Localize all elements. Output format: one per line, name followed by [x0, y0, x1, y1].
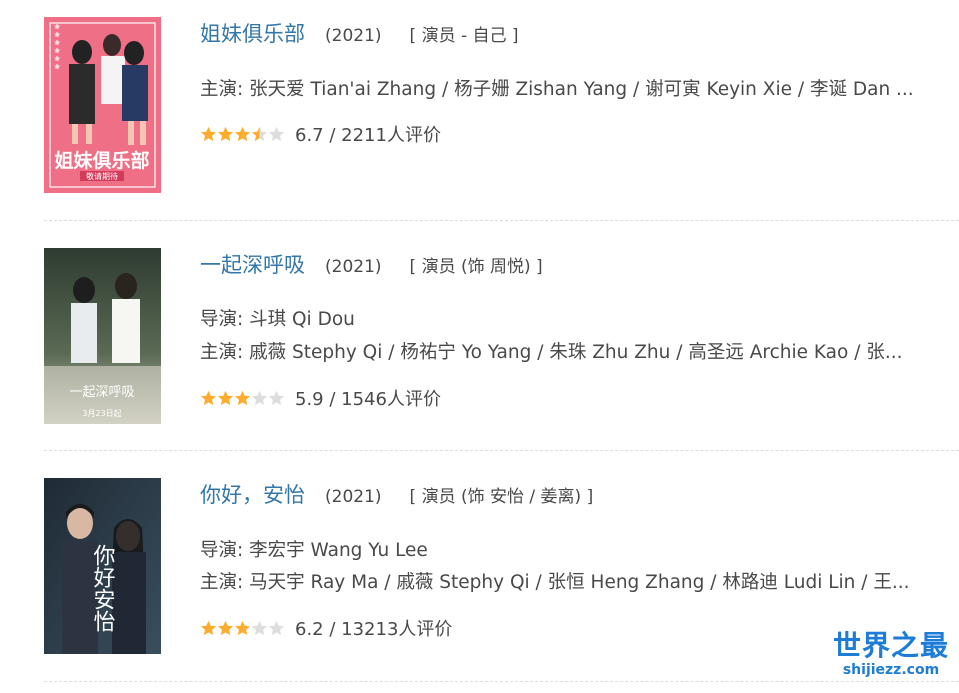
movie-title-row-2: 一起深呼吸 (2021) [ 演员 (饰 周悦) ] [200, 249, 543, 279]
poster-1-sub: 敬请期待 [86, 171, 118, 181]
star-icon [200, 620, 217, 636]
movie-year: (2021) [325, 487, 382, 507]
star-icon [234, 126, 251, 142]
rating-text: 6.2 / 13213人评价 [295, 619, 453, 640]
movie-rating: 6.2 / 13213人评价 [200, 616, 452, 640]
star-icon [268, 620, 285, 636]
star-icon [268, 126, 285, 142]
movie-title-link[interactable]: 姐妹俱乐部 [200, 18, 305, 48]
movie-year: (2021) [325, 257, 382, 277]
poster-2-title: 一起深呼吸 [69, 385, 134, 400]
movie-poster-2[interactable]: 一起深呼吸 3月23日起 [44, 248, 161, 424]
star-icon [268, 390, 285, 406]
svg-text:❀❀❀❀❀❀: ❀❀❀❀❀❀ [53, 23, 61, 71]
star-icon [217, 620, 234, 636]
movie-director: 导演: 斗琪 Qi Dou [200, 309, 355, 330]
movie-role: [ 演员 (饰 周悦) ] [409, 257, 543, 277]
movie-item-3: 你好安怡 你好，安怡 (2021) [ 演员 (饰 安怡 / 姜离) ] 导演:… [0, 461, 959, 693]
star-icon [234, 390, 251, 406]
movie-item-1: ❀❀❀❀❀❀ 姐妹俱乐部 敬请期待 姐妹俱乐部 (2021) [ 演员 - 自己… [0, 0, 959, 232]
movie-cast: 主演: 戚薇 Stephy Qi / 杨祐宁 Yo Yang / 朱珠 Zhu … [200, 342, 903, 363]
movie-role: [ 演员 - 自己 ] [409, 26, 519, 46]
rating-stars [200, 390, 285, 406]
rating-stars [200, 620, 285, 636]
movie-poster-1[interactable]: ❀❀❀❀❀❀ 姐妹俱乐部 敬请期待 [44, 17, 161, 193]
poster-1-title: 姐妹俱乐部 [54, 149, 149, 172]
divider [44, 220, 959, 221]
rating-text: 6.7 / 2211人评价 [295, 125, 441, 146]
star-icon [251, 126, 268, 142]
movie-title-row-3: 你好，安怡 (2021) [ 演员 (饰 安怡 / 姜离) ] [200, 479, 593, 509]
watermark-main: 世界之最 [832, 629, 949, 662]
movie-title-row-1: 姐妹俱乐部 (2021) [ 演员 - 自己 ] [200, 18, 519, 48]
star-icon [234, 620, 251, 636]
star-icon [251, 390, 268, 406]
movie-role: [ 演员 (饰 安怡 / 姜离) ] [409, 487, 594, 507]
movie-rating: 6.7 / 2211人评价 [200, 122, 441, 146]
star-icon [217, 126, 234, 142]
rating-stars [200, 126, 285, 142]
movie-director: 导演: 李宏宇 Wang Yu Lee [200, 540, 428, 561]
poster-3-title: 你好安怡 [90, 544, 116, 632]
movie-poster-3[interactable]: 你好安怡 [44, 478, 161, 654]
divider [44, 681, 959, 682]
star-icon [200, 390, 217, 406]
movie-cast: 主演: 马天宇 Ray Ma / 戚薇 Stephy Qi / 张恒 Heng … [200, 572, 910, 593]
movie-item-2: 一起深呼吸 3月23日起 一起深呼吸 (2021) [ 演员 (饰 周悦) ] … [0, 231, 959, 463]
rating-text: 5.9 / 1546人评价 [295, 389, 441, 410]
movie-title-link[interactable]: 一起深呼吸 [200, 249, 305, 279]
watermark-logo: 世界之最 shijiezz.com [831, 629, 951, 679]
movie-year: (2021) [325, 26, 382, 46]
star-icon [251, 620, 268, 636]
poster-2-sub: 3月23日起 [82, 409, 121, 418]
star-icon [200, 126, 217, 142]
star-icon [217, 390, 234, 406]
movie-rating: 5.9 / 1546人评价 [200, 386, 441, 410]
divider [44, 450, 959, 451]
movie-title-link[interactable]: 你好，安怡 [200, 479, 305, 509]
movie-cast: 主演: 张天爱 Tian'ai Zhang / 杨子姗 Zishan Yang … [200, 79, 914, 100]
watermark-sub: shijiezz.com [842, 662, 940, 678]
